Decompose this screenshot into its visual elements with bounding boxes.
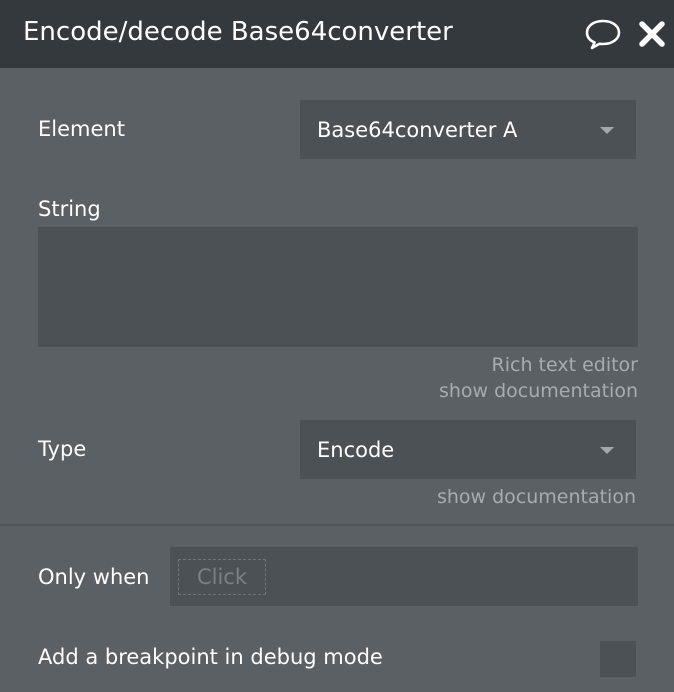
click-placeholder-chip[interactable]: Click bbox=[178, 559, 266, 595]
rich-text-editor-link[interactable]: Rich text editor bbox=[492, 352, 638, 378]
chevron-down-icon bbox=[600, 447, 614, 454]
type-dropdown-value: Encode bbox=[317, 438, 395, 462]
close-icon[interactable] bbox=[636, 17, 668, 51]
action-property-panel: Encode/decode Base64converter Element Ba… bbox=[0, 0, 674, 692]
element-dropdown[interactable]: Base64converter A bbox=[300, 100, 636, 159]
speech-bubble-icon[interactable] bbox=[584, 17, 621, 51]
string-label: String bbox=[38, 197, 101, 221]
element-label: Element bbox=[38, 117, 125, 141]
only-when-label: Only when bbox=[38, 565, 150, 589]
type-dropdown[interactable]: Encode bbox=[300, 420, 636, 479]
string-show-documentation-link[interactable]: show documentation bbox=[439, 378, 638, 404]
panel-header: Encode/decode Base64converter bbox=[0, 0, 674, 68]
panel-title: Encode/decode Base64converter bbox=[23, 17, 453, 47]
breakpoint-checkbox[interactable] bbox=[600, 641, 636, 677]
breakpoint-label: Add a breakpoint in debug mode bbox=[38, 645, 383, 669]
element-dropdown-value: Base64converter A bbox=[317, 118, 518, 142]
chevron-down-icon bbox=[600, 127, 614, 134]
string-input[interactable] bbox=[38, 227, 638, 347]
only-when-condition-field[interactable]: Click bbox=[170, 547, 638, 606]
type-show-documentation-link[interactable]: show documentation bbox=[437, 484, 636, 510]
section-divider bbox=[0, 524, 674, 526]
type-label: Type bbox=[38, 437, 87, 461]
